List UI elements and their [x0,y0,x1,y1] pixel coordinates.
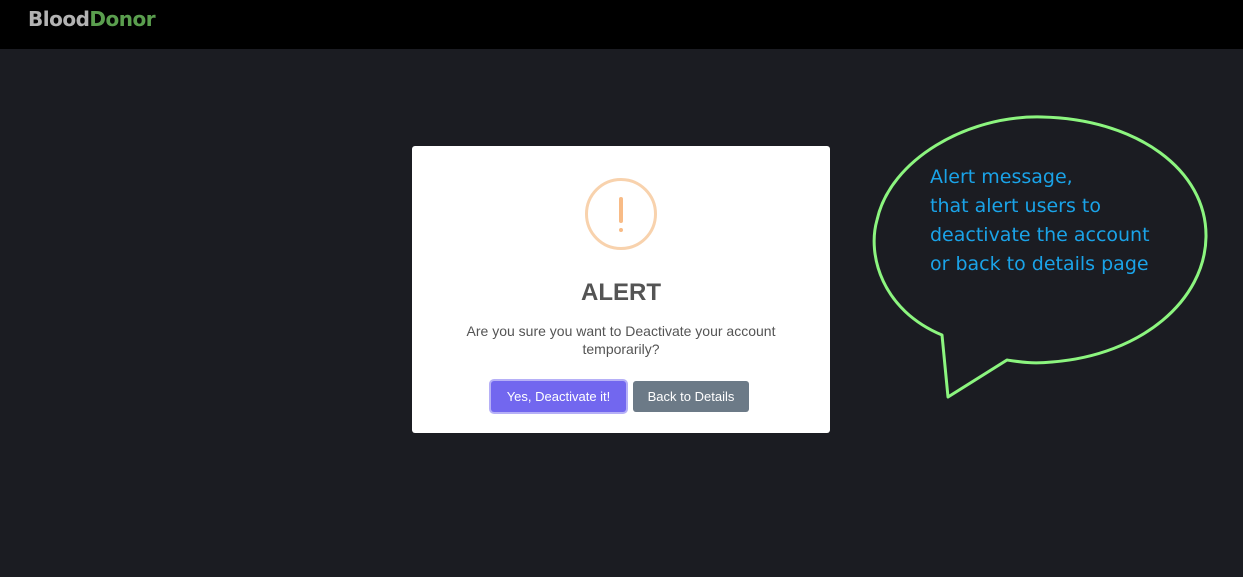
exclamation-bar [619,197,623,223]
exclamation-icon [585,178,657,250]
deactivate-confirm-button[interactable]: Yes, Deactivate it! [491,381,626,412]
top-navbar: BloodDonor [0,0,1243,49]
dialog-message: Are you sure you want to Deactivate your… [466,323,776,357]
alert-dialog: ALERT Are you sure you want to Deactivat… [412,146,830,433]
brand-name-blood: Blood [28,7,90,31]
annotation-text: Alert message, that alert users to deact… [930,166,1150,275]
back-to-details-button[interactable]: Back to Details [633,381,749,412]
brand-name-donor: Donor [89,7,156,31]
annotation-speech-bubble: Alert message, that alert users to deact… [872,115,1212,405]
exclamation-dot [619,228,623,232]
dialog-title: ALERT [581,279,661,306]
brand-logo[interactable]: BloodDonor [28,6,156,32]
